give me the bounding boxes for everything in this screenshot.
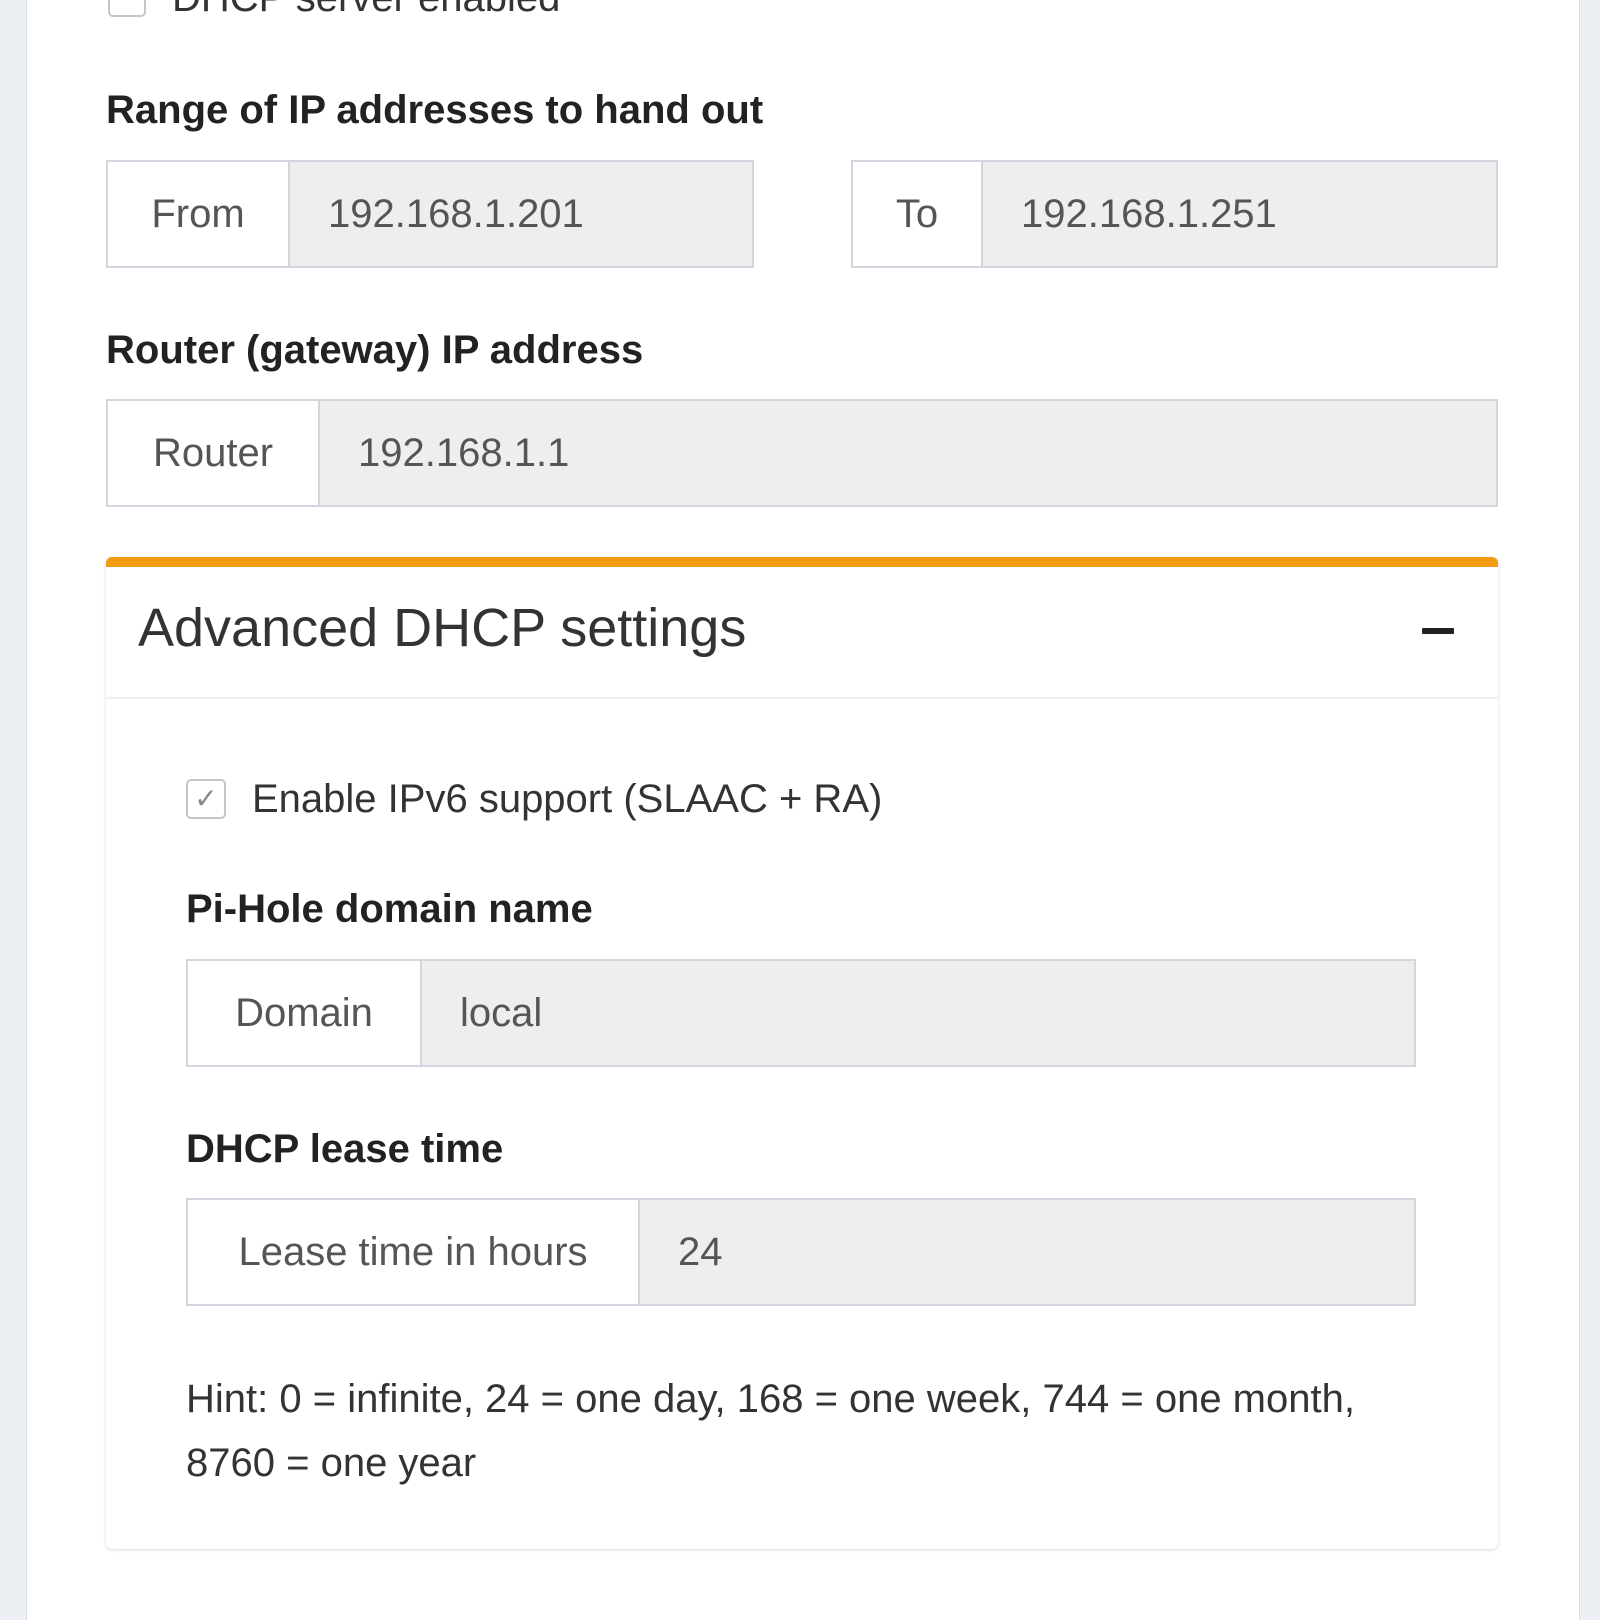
domain-addon: Domain	[188, 961, 422, 1065]
router-title: Router (gateway) IP address	[106, 328, 644, 372]
range-from-addon: From	[108, 162, 290, 266]
domain-group: Domain local	[186, 959, 1416, 1067]
minus-icon	[1422, 628, 1454, 634]
check-icon: ✓	[194, 783, 218, 814]
domain-title: Pi-Hole domain name	[186, 887, 593, 931]
advanced-dhcp-title: Advanced DHCP settings	[138, 598, 747, 658]
lease-group: Lease time in hours 24	[186, 1198, 1416, 1306]
dhcp-enabled-row[interactable]: DHCP server enabled	[108, 0, 560, 21]
router-group: Router 192.168.1.1	[106, 399, 1498, 507]
advanced-dhcp-box: Advanced DHCP settings ✓ Enable IPv6 sup…	[106, 557, 1498, 1549]
dhcp-enabled-label: DHCP server enabled	[172, 0, 560, 21]
lease-hint: Hint: 0 = infinite, 24 = one day, 168 = …	[186, 1377, 1355, 1485]
range-to-addon: To	[853, 162, 983, 266]
dhcp-enabled-checkbox[interactable]	[108, 0, 146, 17]
range-title: Range of IP addresses to hand out	[106, 88, 764, 132]
range-from-group: From 192.168.1.201	[106, 160, 754, 268]
ipv6-label: Enable IPv6 support (SLAAC + RA)	[252, 776, 883, 821]
range-from-input[interactable]: 192.168.1.201	[290, 162, 752, 266]
domain-input[interactable]: local	[422, 961, 1414, 1065]
router-input[interactable]: 192.168.1.1	[320, 401, 1496, 505]
router-addon: Router	[108, 401, 320, 505]
lease-input[interactable]: 24	[640, 1200, 1414, 1304]
range-to-group: To 192.168.1.251	[851, 160, 1498, 268]
advanced-dhcp-header: Advanced DHCP settings	[106, 567, 1498, 699]
ipv6-row[interactable]: ✓ Enable IPv6 support (SLAAC + RA)	[186, 776, 883, 821]
ipv6-checkbox[interactable]: ✓	[186, 779, 226, 819]
lease-addon: Lease time in hours	[188, 1200, 640, 1304]
range-to-input[interactable]: 192.168.1.251	[983, 162, 1496, 266]
lease-title: DHCP lease time	[186, 1127, 504, 1171]
collapse-button[interactable]	[1418, 611, 1458, 651]
